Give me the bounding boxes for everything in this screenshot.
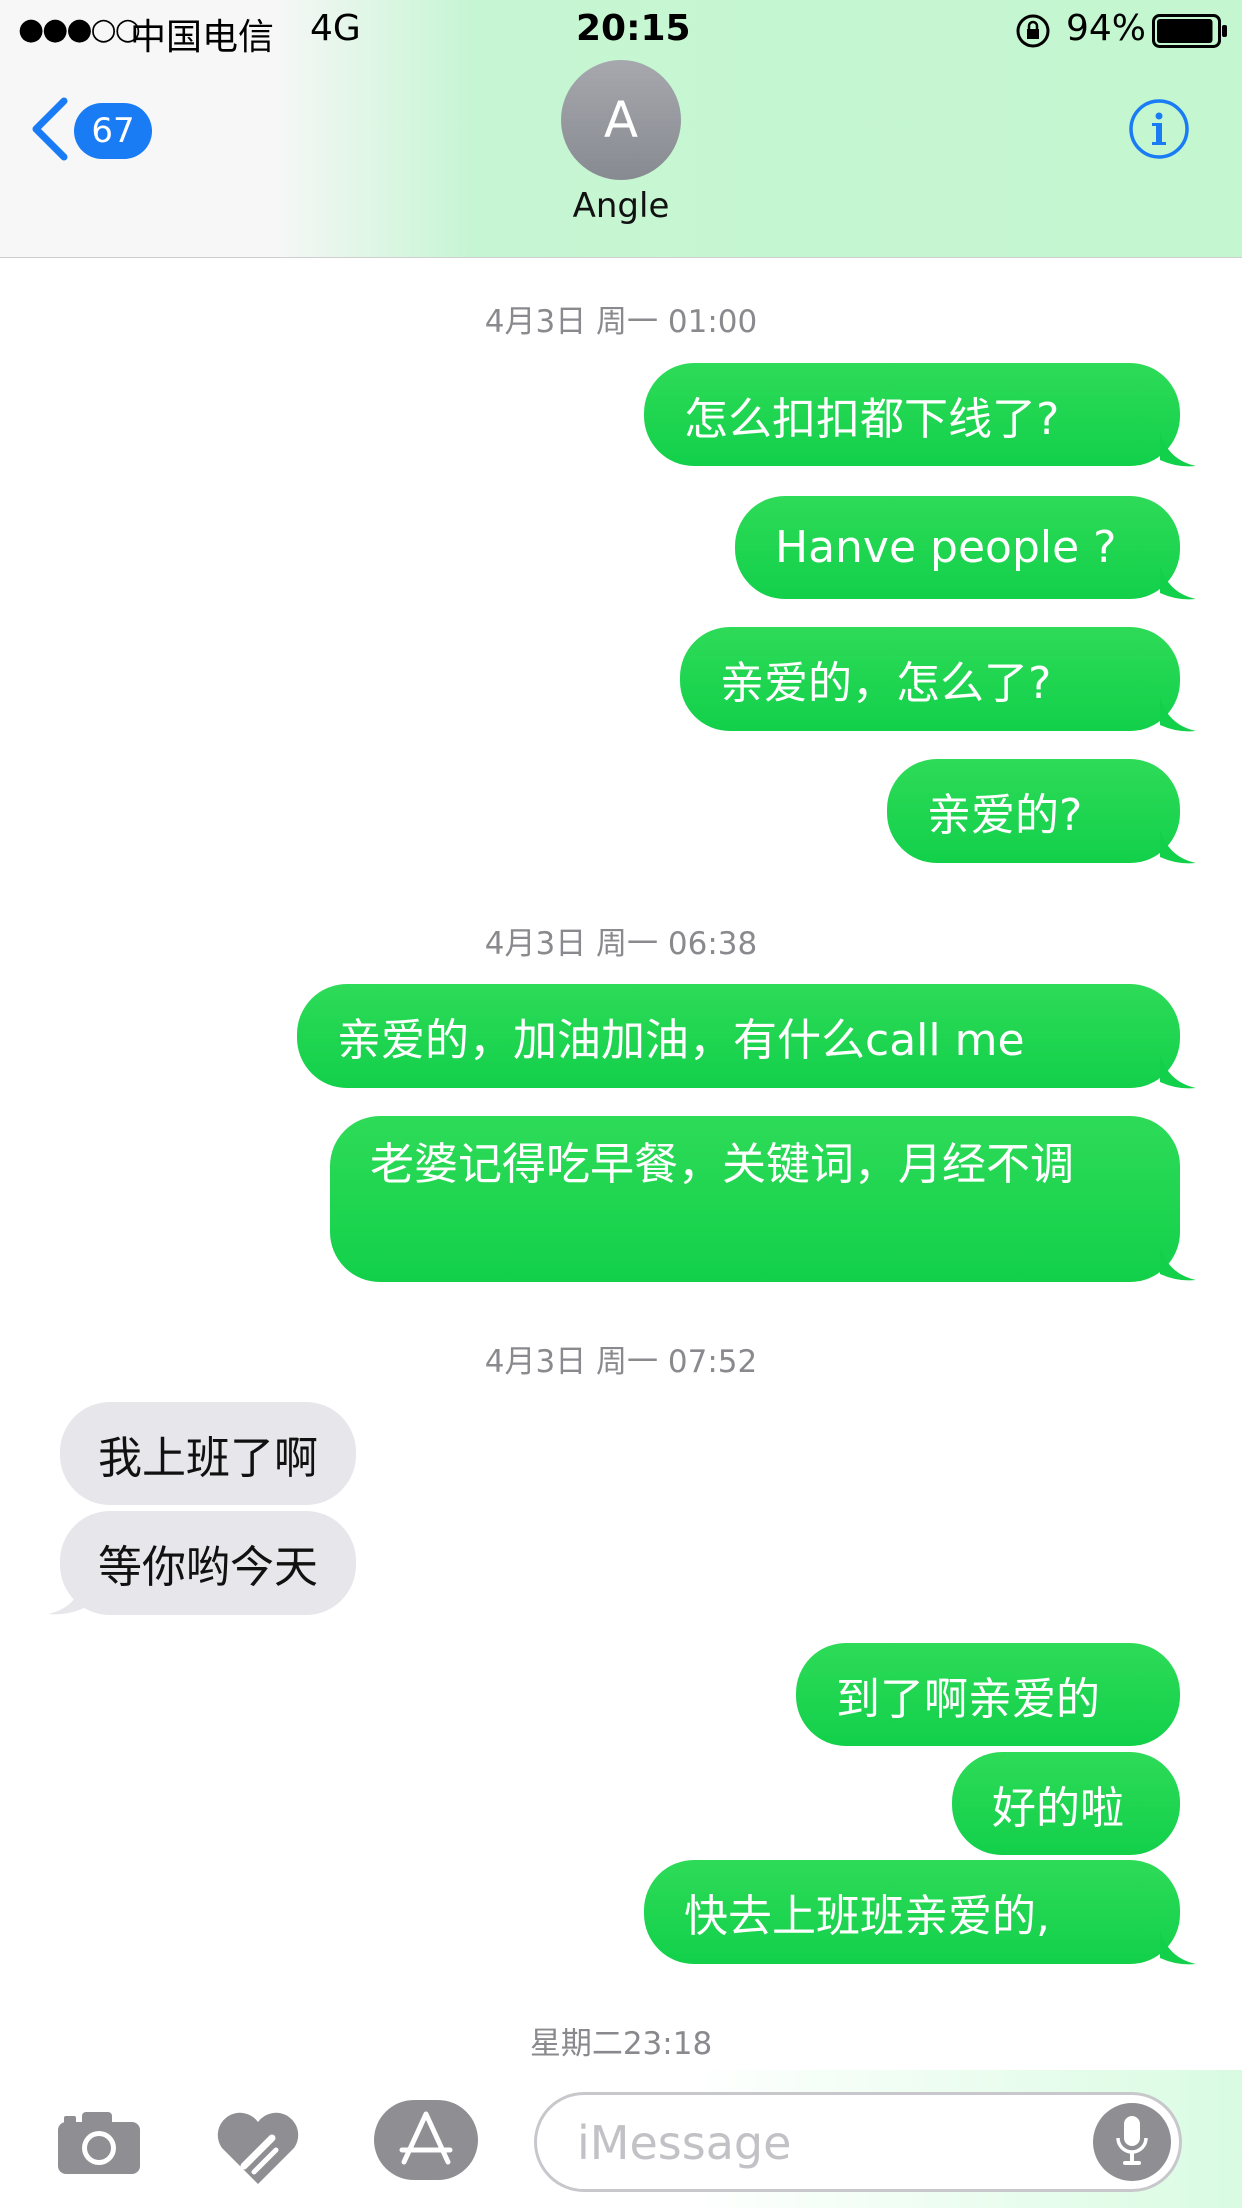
bubble-tail [1160,432,1196,467]
outgoing-message[interactable]: 亲爱的? [887,759,1180,863]
carrier-name: 中国电信 [130,17,275,58]
bubble-tail [1160,1930,1196,1965]
contact-avatar[interactable]: A [561,60,681,180]
outgoing-message[interactable]: 快去上班班亲爱的, [644,1860,1180,1964]
chevron-left-icon [30,97,70,165]
bubble-tail [1160,1054,1196,1089]
app-store-button[interactable] [374,2100,478,2184]
timestamp: 4月3日 周一 07:52 [484,1344,758,1380]
unread-count-badge: 67 [74,103,152,159]
battery-icon [1152,14,1228,52]
contact-name[interactable]: Angle [521,186,721,226]
bubble-tail [1160,565,1196,600]
status-bar: ●●●○○ 中国电信 4G 20:15 94% [0,0,1242,62]
bubble-tail [1160,697,1196,732]
timestamp: 4月3日 周一 06:38 [484,926,758,962]
signal-strength: ●●●○○ [18,12,141,47]
camera-button[interactable] [56,2110,142,2180]
camera-icon [56,2112,142,2180]
battery-percent: 94% [1066,8,1147,49]
info-icon [1128,99,1190,164]
app-store-icon [374,2100,478,2184]
incoming-message[interactable]: 等你哟今天 [60,1511,356,1615]
outgoing-message[interactable]: 怎么扣扣都下线了? [644,363,1180,466]
message-input-field[interactable] [534,2092,1182,2192]
rotation-lock-icon [1014,12,1052,54]
network-type: 4G [310,8,361,49]
bubble-tail [48,1580,84,1615]
timestamp: 4月3日 周一 01:00 [484,304,758,340]
clock: 20:15 [576,8,691,49]
outgoing-message[interactable]: 好的啦 [952,1752,1180,1855]
nav-header: ●●●○○ 中国电信 4G 20:15 94% 67 A Angle [0,0,1242,258]
microphone-icon [1112,2112,1152,2172]
digital-touch-button[interactable] [214,2110,302,2190]
outgoing-message[interactable]: 老婆记得吃早餐，关键词，月经不调 [330,1116,1180,1282]
digital-touch-icon [214,2112,302,2190]
back-button[interactable]: 67 [30,96,152,166]
message-input[interactable] [575,2107,1059,2179]
incoming-message[interactable]: 我上班了啊 [60,1402,356,1505]
outgoing-message[interactable]: 到了啊亲爱的 [796,1643,1180,1746]
microphone-button[interactable] [1093,2103,1171,2181]
bubble-tail [1160,1246,1196,1281]
info-button[interactable] [1128,98,1190,160]
bubble-tail [1160,829,1196,864]
outgoing-message[interactable]: Hanve people ? [735,496,1180,599]
outgoing-message[interactable]: 亲爱的，加油加油，有什么call me [297,984,1180,1088]
outgoing-message[interactable]: 亲爱的，怎么了? [680,627,1180,731]
timestamp: 星期二23:18 [529,2026,713,2062]
